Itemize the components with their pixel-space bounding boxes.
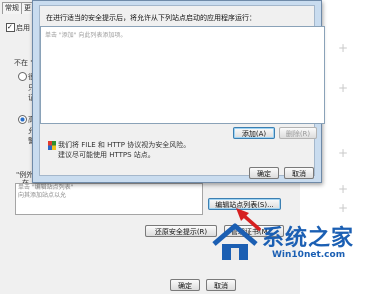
watermark: 系统之家 Win10net.com — [210, 216, 376, 294]
house-logo-icon — [212, 223, 258, 260]
warning-line-1: 我们将 FILE 和 HTTP 协议视为安全风险。 — [58, 141, 191, 149]
plus-icon: + — [338, 182, 349, 196]
enable-label: 启用 — [16, 24, 30, 32]
warning-line-2: 建议尽可能使用 HTTPS 站点。 — [58, 151, 155, 159]
security-level-radio-1[interactable] — [18, 72, 27, 81]
plus-icon: + — [338, 41, 349, 55]
plus-icon: + — [338, 146, 349, 160]
shield-icon — [48, 141, 56, 150]
site-list-placeholder: 单击 "添加" 向此列表添加项。 — [45, 32, 127, 39]
enable-checkbox[interactable]: ✓ — [6, 23, 15, 32]
plus-icon: + — [338, 81, 349, 95]
remove-button[interactable]: 删除(R) — [279, 127, 317, 139]
not-in-list-label: 不在 " — [14, 59, 34, 67]
dialog-description: 在进行适当的安全提示后，将允许从下列站点启动的应用程序运行： — [46, 14, 256, 22]
restore-prompts-button[interactable]: 还原安全提示(R) — [145, 225, 217, 237]
add-button[interactable]: 添加(A) — [233, 127, 275, 139]
panel-ok-button[interactable]: 确定 — [170, 279, 200, 291]
site-list[interactable]: 单击 "添加" 向此列表添加项。 — [40, 26, 325, 124]
exception-site-list[interactable]: 单击 "编辑站点列表" 向其添加站点以允 — [15, 183, 203, 215]
plus-icon: + — [338, 201, 349, 215]
list-hint-1: 单击 "编辑站点列表" — [18, 184, 74, 191]
list-hint-2: 向其添加站点以允 — [18, 192, 67, 199]
tab-general[interactable]: 常规 — [2, 2, 22, 14]
dialog-cancel-button[interactable]: 取消 — [284, 167, 314, 179]
dialog-ok-button[interactable]: 确定 — [249, 167, 279, 179]
security-level-radio-2[interactable] — [18, 115, 27, 124]
watermark-url: Win10net.com — [272, 250, 346, 260]
watermark-name: 系统之家 — [262, 226, 355, 251]
